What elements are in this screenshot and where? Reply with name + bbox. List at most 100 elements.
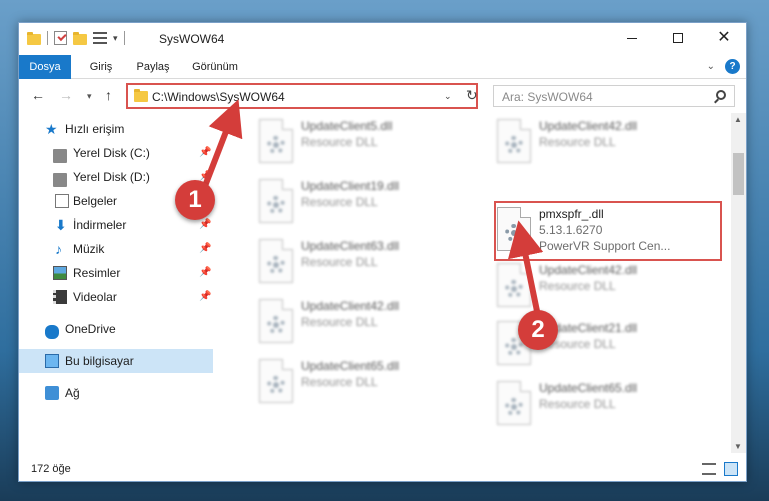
tab-share[interactable]: Paylaş: [131, 55, 175, 79]
tab-view[interactable]: Görünüm: [185, 55, 245, 79]
navigation-bar: ← → ▾ ↑ C:\Windows\SysWOW64 ⌄ ↻ Ara: Sys…: [19, 79, 746, 113]
properties-list-icon[interactable]: [93, 32, 107, 44]
close-icon: ✕: [717, 29, 731, 46]
sidebar-item-label: Videolar: [73, 290, 117, 304]
quick-access-toolbar: ▾: [27, 31, 125, 45]
sidebar-item-label: Yerel Disk (D:): [73, 170, 150, 184]
close-button[interactable]: ✕: [701, 23, 747, 53]
search-icon[interactable]: [716, 90, 726, 100]
ribbon-tabs: Dosya Giriş Paylaş Görünüm ⌄ ?: [19, 55, 746, 79]
pictures-icon: [53, 266, 67, 280]
scroll-up-icon[interactable]: ▲: [734, 115, 742, 124]
file-name: UpdateClient42.dll: [539, 263, 638, 277]
large-icons-view-icon[interactable]: [724, 462, 738, 476]
sidebar-item-music[interactable]: ♪ Müzik 📌: [19, 237, 213, 261]
search-box[interactable]: Ara: SysWOW64: [493, 85, 735, 107]
sidebar-item-label: İndirmeler: [73, 218, 127, 232]
ribbon-controls: ⌄ ?: [707, 59, 740, 74]
file-description: Resource DLL: [539, 397, 616, 411]
toolbar-divider: [47, 31, 48, 45]
sidebar-item-disk-c[interactable]: Yerel Disk (C:) 📌: [19, 141, 213, 165]
file-item[interactable]: UpdateClient65.dll Resource DLL: [253, 357, 483, 409]
file-item[interactable]: UpdateClient63.dll Resource DLL: [253, 237, 483, 289]
tab-file[interactable]: Dosya: [19, 55, 71, 79]
new-folder-icon[interactable]: [73, 31, 87, 45]
properties-check-icon[interactable]: [54, 31, 67, 45]
explorer-window: ▾ SysWOW64 ✕ Dosya Giriş Paylaş Görünüm …: [18, 22, 747, 482]
details-view-icon[interactable]: [702, 463, 716, 475]
gear-icon: [267, 136, 285, 154]
gear-icon: [505, 136, 523, 154]
file-description: Resource DLL: [301, 375, 378, 389]
sidebar-item-label: Müzik: [73, 242, 105, 256]
sidebar-item-label: Belgeler: [73, 194, 118, 208]
gear-icon: [267, 256, 285, 274]
disk-icon: [53, 173, 67, 187]
file-description: Resource DLL: [301, 195, 378, 209]
file-item[interactable]: UpdateClient42.dll Resource DLL: [253, 297, 483, 349]
expand-ribbon-icon[interactable]: ⌄: [707, 61, 715, 72]
disk-icon: [53, 149, 67, 163]
customize-toolbar-dropdown[interactable]: ▾: [113, 33, 118, 44]
sidebar-item-network[interactable]: Ağ: [19, 381, 213, 405]
back-button[interactable]: ←: [31, 87, 45, 103]
file-item[interactable]: UpdateClient42.dll Resource DLL: [491, 261, 721, 313]
sidebar-item-onedrive[interactable]: OneDrive: [19, 317, 213, 341]
help-icon[interactable]: ?: [725, 59, 740, 74]
sidebar-item-this-pc[interactable]: Bu bilgisayar: [19, 349, 213, 373]
toolbar-divider: [123, 31, 125, 45]
step-badge-2: 2: [518, 310, 558, 350]
title-bar: ▾ SysWOW64 ✕: [19, 23, 746, 55]
file-item[interactable]: UpdateClient65.dll Resource DLL: [491, 379, 721, 431]
music-icon: ♪: [55, 241, 62, 257]
file-name: UpdateClient19.dll: [301, 179, 400, 193]
file-item[interactable]: UpdateClient5.dll Resource DLL: [253, 117, 483, 169]
navigation-pane: ★ Hızlı erişim Yerel Disk (C:) 📌 Yerel D…: [19, 113, 213, 453]
pin-icon: 📌: [199, 147, 212, 158]
file-item[interactable]: UpdateClient19.dll Resource DLL: [253, 177, 483, 229]
sidebar-item-videos[interactable]: Videolar 📌: [19, 285, 213, 309]
search-input[interactable]: Ara: SysWOW64: [502, 90, 593, 104]
dll-file-icon: [497, 263, 531, 307]
item-count: 172 öğe: [31, 463, 71, 475]
refresh-icon[interactable]: ↻: [466, 87, 478, 104]
sidebar-item-label: Resimler: [73, 266, 121, 280]
sidebar-item-label: Bu bilgisayar: [65, 354, 134, 368]
recent-locations-dropdown[interactable]: ▾: [87, 91, 92, 102]
file-name: UpdateClient65.dll: [301, 359, 400, 373]
sidebar-item-quick-access[interactable]: ★ Hızlı erişim: [19, 117, 213, 141]
file-description: Resource DLL: [301, 255, 378, 269]
document-icon: [55, 194, 69, 208]
address-bar[interactable]: C:\Windows\SysWOW64 ⌄ ↻: [126, 83, 478, 109]
tab-home[interactable]: Giriş: [81, 55, 121, 79]
network-icon: [45, 386, 59, 400]
file-description: Resource DLL: [301, 135, 378, 149]
minimize-button[interactable]: [609, 23, 655, 53]
address-history-dropdown[interactable]: ⌄: [444, 91, 452, 102]
gear-icon: [267, 376, 285, 394]
highlight-box: [494, 201, 722, 261]
file-item[interactable]: UpdateClient42.dll Resource DLL: [491, 117, 721, 169]
file-description: Resource DLL: [539, 279, 616, 293]
star-icon: ★: [45, 121, 58, 137]
dll-file-icon: [259, 119, 293, 163]
file-name: UpdateClient42.dll: [301, 299, 400, 313]
gear-icon: [505, 280, 523, 298]
scroll-down-icon[interactable]: ▼: [734, 442, 742, 451]
file-description: Resource DLL: [539, 135, 616, 149]
vertical-scrollbar[interactable]: ▲ ▼: [731, 113, 746, 453]
pin-icon: 📌: [199, 291, 212, 302]
sidebar-item-label: Hızlı erişim: [65, 122, 125, 136]
folder-icon: [27, 31, 41, 45]
scroll-thumb[interactable]: [733, 153, 744, 195]
forward-button[interactable]: →: [59, 87, 73, 103]
status-bar: 172 öğe: [19, 459, 746, 481]
window-title: SysWOW64: [159, 32, 225, 46]
sidebar-item-pictures[interactable]: Resimler 📌: [19, 261, 213, 285]
sidebar-item-label: OneDrive: [65, 322, 116, 336]
address-path[interactable]: C:\Windows\SysWOW64: [152, 90, 285, 104]
gear-icon: [267, 196, 285, 214]
maximize-button[interactable]: [655, 23, 701, 53]
file-name: UpdateClient65.dll: [539, 381, 638, 395]
up-button[interactable]: ↑: [105, 87, 112, 103]
